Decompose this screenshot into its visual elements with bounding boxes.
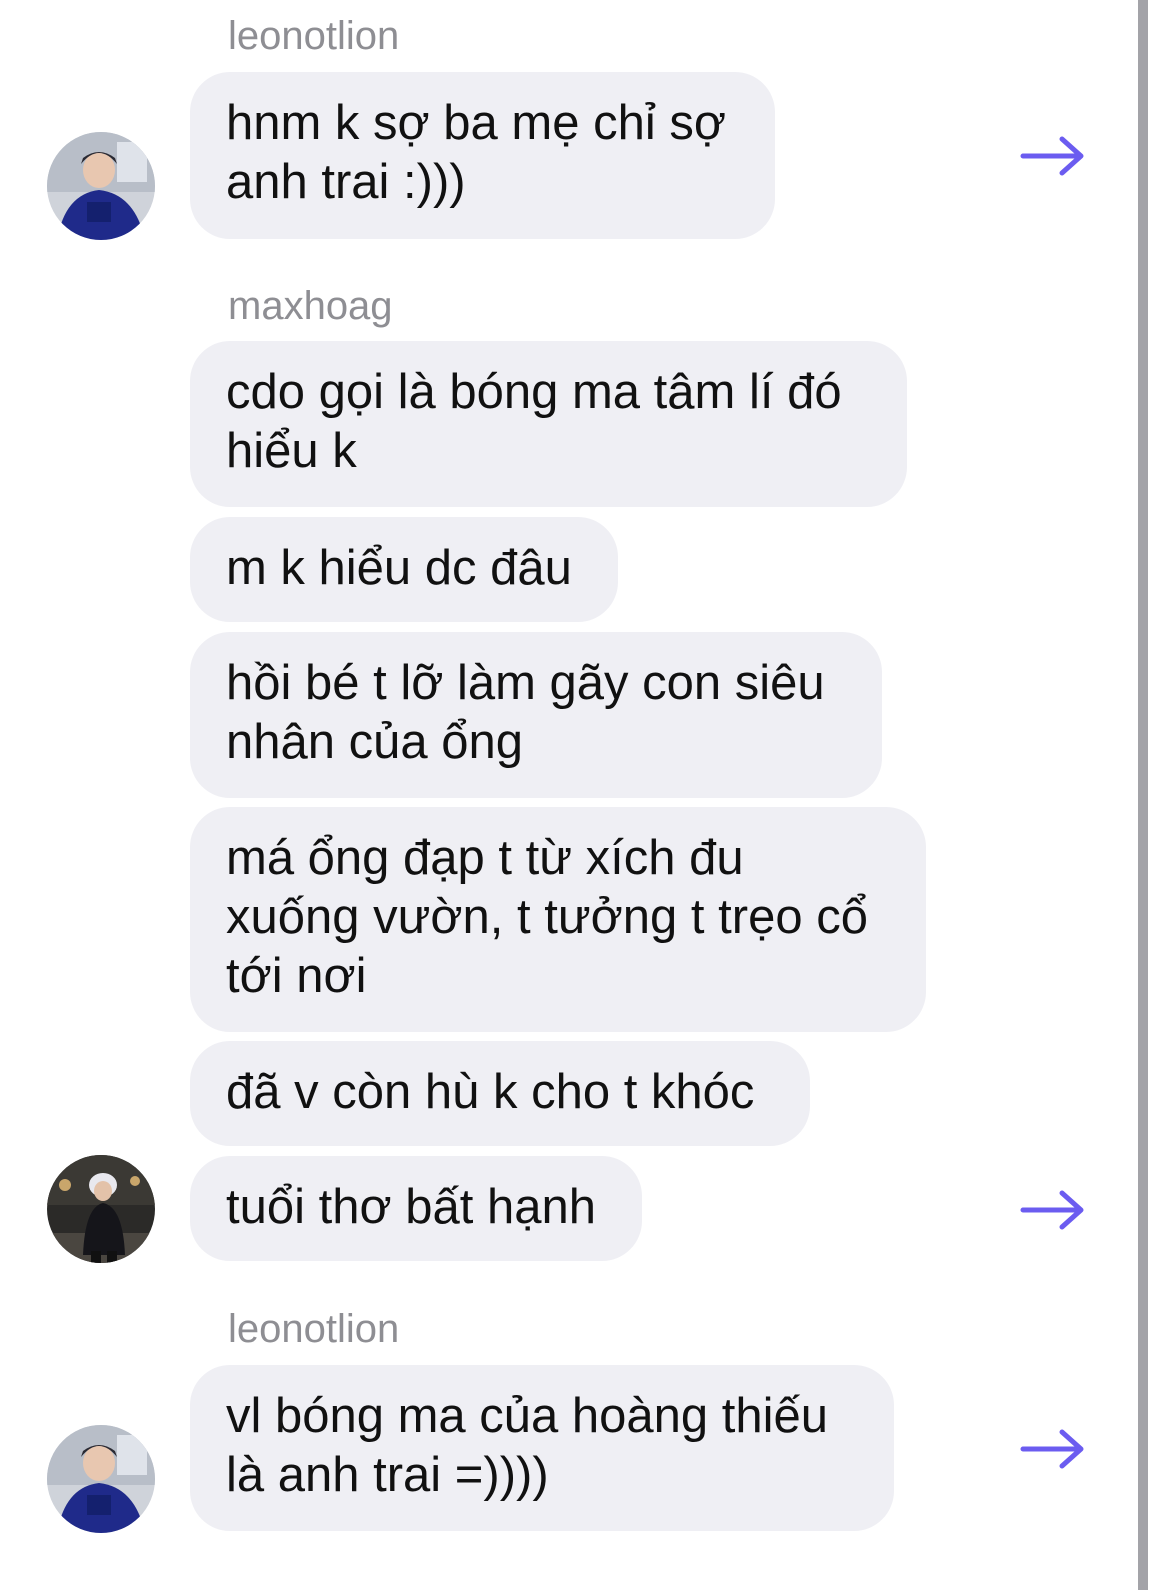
message-bubble[interactable]: m k hiểu dc đâu (190, 517, 618, 622)
message-bubble[interactable]: đã v còn hù k cho t khóc (190, 1041, 810, 1146)
message-bubble[interactable]: vl bóng ma của hoàng thiếu là anh trai =… (190, 1365, 894, 1531)
avatar-maxhoag[interactable] (47, 1155, 155, 1263)
share-arrow-icon (1020, 136, 1084, 176)
share-arrow-icon (1020, 1190, 1084, 1230)
message-bubble[interactable]: hnm k sợ ba mẹ chỉ sợ anh trai :))) (190, 72, 775, 239)
avatar-leonotlion[interactable] (47, 132, 155, 240)
message-bubble[interactable]: tuổi thơ bất hạnh (190, 1156, 642, 1261)
share-arrow-icon (1020, 1429, 1084, 1469)
share-button[interactable] (1020, 135, 1086, 177)
message-bubble[interactable]: hồi bé t lỡ làm gãy con siêu nhân của ổn… (190, 632, 882, 798)
message-bubble[interactable]: má ổng đạp t từ xích đu xuống vườn, t tư… (190, 807, 926, 1032)
share-button[interactable] (1020, 1189, 1086, 1231)
avatar-photo-icon (47, 1155, 155, 1263)
scrollbar[interactable] (1138, 0, 1148, 1590)
avatar-photo-icon (47, 1425, 155, 1533)
sender-name: leonotlion (228, 14, 400, 58)
share-button[interactable] (1020, 1428, 1086, 1470)
avatar-photo-icon (47, 132, 155, 240)
sender-name: leonotlion (228, 1307, 400, 1351)
message-bubble[interactable]: cdo gọi là bóng ma tâm lí đó hiểu k (190, 341, 907, 507)
sender-name: maxhoag (228, 284, 393, 328)
chat-thread: leonotlion hnm k sợ ba mẹ chỉ sợ anh tra… (0, 0, 1170, 1590)
avatar-leonotlion[interactable] (47, 1425, 155, 1533)
